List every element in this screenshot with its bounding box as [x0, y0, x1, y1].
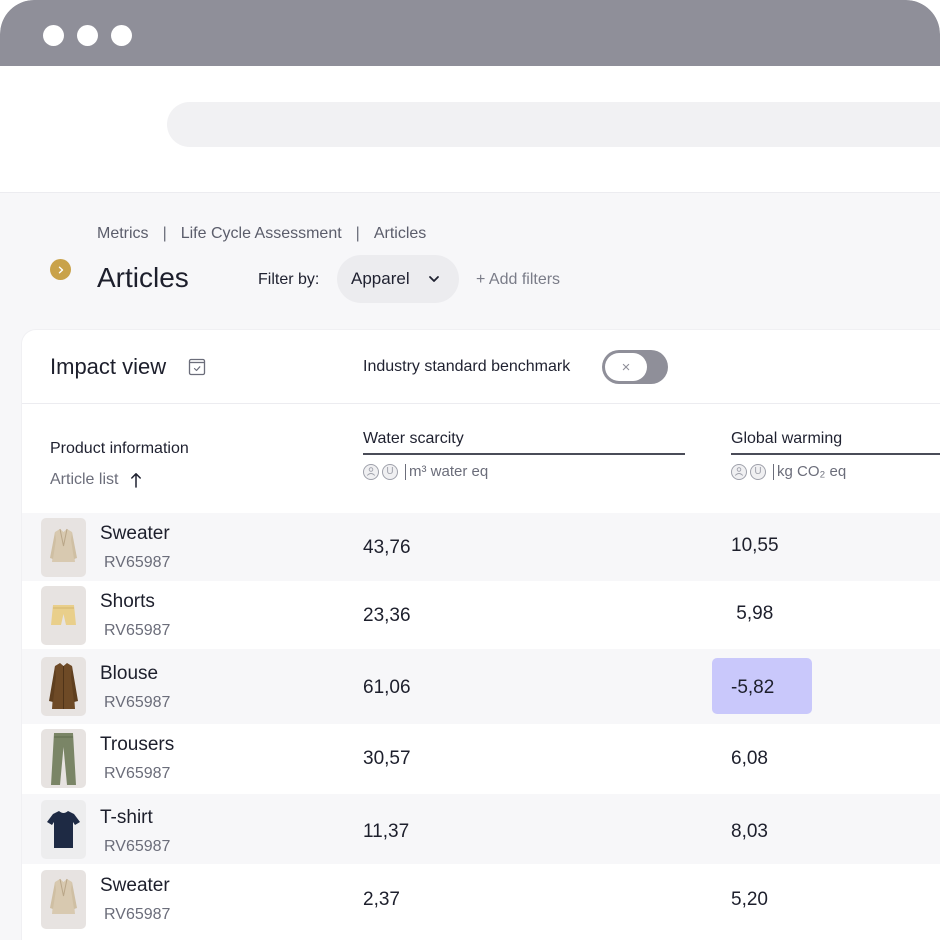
- warming-value: 10,55: [731, 535, 779, 556]
- browser-window: Metrics | Life Cycle Assessment | Articles A…: [0, 0, 940, 940]
- expand-sidebar-button[interactable]: [50, 259, 71, 280]
- filter-label: Filter by:: [258, 271, 320, 288]
- product-thumbnail: [41, 518, 86, 577]
- toggle-knob: ×: [605, 353, 647, 381]
- product-name: Blouse: [100, 663, 159, 684]
- table-row[interactable]: Shorts RV65987 23,36 5,98: [22, 581, 940, 649]
- water-value: 43,76: [363, 537, 411, 558]
- trousers-icon: [51, 733, 76, 785]
- product-name: T-shirt: [100, 807, 153, 828]
- metric-unit: U kg CO₂ eq: [731, 463, 940, 480]
- filter-select[interactable]: Apparel: [337, 255, 459, 303]
- table-row[interactable]: T-shirt RV65987 11,37 8,03: [22, 794, 940, 864]
- chevron-right-icon: [58, 266, 63, 273]
- sort-article-list[interactable]: Article list: [50, 471, 142, 489]
- product-code: RV65987: [104, 765, 171, 782]
- column-header-water[interactable]: Water scarcity U m³ water eq: [363, 430, 685, 480]
- page-title: Articles: [97, 262, 189, 293]
- column-header-product: Product information: [50, 440, 189, 457]
- unit-divider: [773, 463, 774, 480]
- person-icon: [363, 463, 379, 480]
- breadcrumb: Metrics | Life Cycle Assessment | Articles: [97, 225, 426, 243]
- product-thumbnail: [41, 586, 86, 645]
- product-name: Shorts: [100, 591, 155, 612]
- warming-value: -5,82: [731, 677, 775, 698]
- product-code: RV65987: [104, 554, 171, 571]
- window-control-minimize[interactable]: [77, 25, 98, 46]
- column-header-warming[interactable]: Global warming U kg CO₂ eq: [731, 430, 940, 480]
- product-thumbnail: [41, 870, 86, 929]
- metric-unit: U m³ water eq: [363, 463, 685, 480]
- breadcrumb-lca[interactable]: Life Cycle Assessment: [181, 225, 342, 242]
- filter-selected-value: Apparel: [351, 269, 410, 288]
- breadcrumb-separator: |: [162, 225, 167, 242]
- benchmark-label: Industry standard benchmark: [363, 358, 571, 375]
- browser-toolbar: [0, 66, 940, 193]
- person-icon: [731, 463, 747, 480]
- chevron-down-icon: [429, 276, 439, 282]
- table-row[interactable]: Trousers RV65987 30,57 6,08: [22, 724, 940, 794]
- table-row[interactable]: Sweater RV65987 2,37 5,20: [22, 864, 940, 936]
- impact-card-header: Impact view Industry standard benchmark …: [22, 330, 940, 404]
- address-bar[interactable]: [167, 102, 940, 147]
- window-control-maximize[interactable]: [111, 25, 132, 46]
- breadcrumb-separator: |: [355, 225, 360, 242]
- product-thumbnail: [41, 800, 86, 859]
- product-name: Sweater: [100, 523, 170, 544]
- benchmark-toggle[interactable]: ×: [602, 350, 668, 384]
- water-value: 11,37: [363, 821, 410, 842]
- metric-name: Global warming: [731, 430, 940, 455]
- unit-divider: [405, 463, 406, 480]
- table-row[interactable]: Blouse RV65987 61,06 -5,82: [22, 649, 940, 724]
- water-value: 2,37: [363, 889, 400, 910]
- breadcrumb-metrics[interactable]: Metrics: [97, 225, 149, 242]
- table-row[interactable]: Sweater RV65987 43,76 10,55: [22, 513, 940, 581]
- sort-label: Article list: [50, 471, 119, 488]
- unit-label: kg CO₂ eq: [777, 463, 847, 480]
- breadcrumb-articles[interactable]: Articles: [374, 225, 426, 242]
- window-control-close[interactable]: [43, 25, 64, 46]
- product-code: RV65987: [104, 622, 171, 639]
- product-code: RV65987: [104, 906, 171, 923]
- sweater-icon: [50, 528, 77, 562]
- app-content: Metrics | Life Cycle Assessment | Articles A…: [0, 193, 940, 940]
- warming-value: 6,08: [731, 748, 768, 769]
- unit-label: m³ water eq: [409, 463, 489, 480]
- product-name: Trousers: [100, 734, 175, 755]
- unit-icon: U: [382, 463, 398, 480]
- product-thumbnail: [41, 729, 86, 788]
- impact-card: Impact view Industry standard benchmark …: [22, 330, 940, 940]
- product-code: RV65987: [104, 694, 171, 711]
- warming-value: 5,20: [731, 889, 768, 910]
- metric-name: Water scarcity: [363, 430, 685, 455]
- blouse-icon: [49, 663, 78, 709]
- warming-value: 8,03: [731, 821, 768, 842]
- product-thumbnail: [41, 657, 86, 716]
- shorts-icon: [51, 605, 76, 625]
- product-code: RV65987: [104, 838, 171, 855]
- water-value: 61,06: [363, 677, 411, 698]
- arrow-up-icon: [131, 473, 142, 488]
- tshirt-icon: [47, 811, 80, 848]
- unit-icon: U: [750, 463, 766, 480]
- sweater-icon: [50, 878, 77, 914]
- add-filters-button[interactable]: + Add filters: [476, 271, 560, 289]
- impact-view-title: Impact view: [50, 354, 167, 379]
- product-name: Sweater: [100, 875, 170, 896]
- close-icon: ×: [621, 358, 631, 376]
- calendar-check-icon[interactable]: [188, 357, 206, 377]
- warming-value: 5,98: [731, 603, 774, 624]
- water-value: 23,36: [363, 605, 411, 626]
- water-value: 30,57: [363, 748, 411, 769]
- window-titlebar: [0, 0, 940, 66]
